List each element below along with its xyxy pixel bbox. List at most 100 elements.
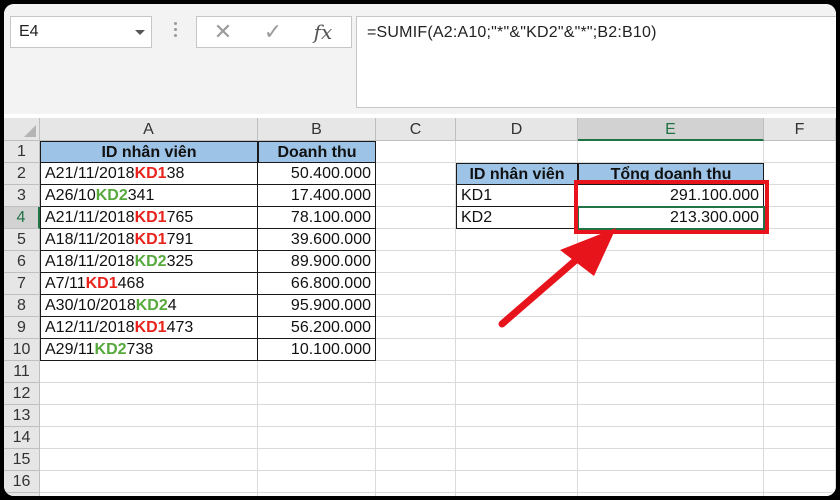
row-header-5[interactable]: 5 — [4, 229, 40, 251]
grid-cell[interactable] — [578, 251, 764, 273]
grid-cell[interactable] — [258, 493, 376, 496]
grid-cell[interactable] — [258, 449, 376, 471]
table-row-revenue-cell[interactable]: 39.600.000 — [258, 229, 376, 251]
table-row-revenue-cell[interactable]: 10.100.000 — [258, 339, 376, 361]
grid-cell[interactable] — [578, 141, 764, 163]
row-header-4[interactable]: 4 — [4, 207, 40, 229]
grid-cell[interactable] — [764, 273, 836, 295]
grid-cell[interactable] — [376, 185, 456, 207]
grid-cell[interactable] — [578, 317, 764, 339]
row-header-2[interactable]: 2 — [4, 163, 40, 185]
grid-cell[interactable] — [376, 361, 456, 383]
table2-header[interactable]: Tổng doanh thu — [578, 163, 764, 185]
grid-cell[interactable] — [578, 229, 764, 251]
grid-cell[interactable] — [456, 295, 578, 317]
grid-cell[interactable] — [456, 405, 578, 427]
grid-cell[interactable] — [578, 405, 764, 427]
grid-cell[interactable] — [764, 141, 836, 163]
row-header-7[interactable]: 7 — [4, 273, 40, 295]
table1-header[interactable]: Doanh thu — [258, 141, 376, 163]
table2-header[interactable]: ID nhân viên — [456, 163, 578, 185]
table-row-revenue-cell[interactable]: 89.900.000 — [258, 251, 376, 273]
formula-bar[interactable]: =SUMIF(A2:A10;"*"&"KD2"&"*";B2:B10) — [356, 16, 836, 108]
row-header-14[interactable]: 14 — [4, 427, 40, 449]
row-header-13[interactable]: 13 — [4, 405, 40, 427]
table-row-id-cell[interactable]: A21/11/2018KD1765 — [40, 207, 258, 229]
grid-cell[interactable] — [764, 207, 836, 229]
grid-cell[interactable] — [376, 493, 456, 496]
select-all-button[interactable] — [4, 118, 40, 141]
grid-cell[interactable] — [258, 405, 376, 427]
grid-cell[interactable] — [578, 339, 764, 361]
summary-total-cell[interactable]: 213.300.000 — [578, 207, 764, 229]
table-row-id-cell[interactable]: A18/11/2018KD1791 — [40, 229, 258, 251]
summary-id-cell[interactable]: KD2 — [456, 207, 578, 229]
table-row-id-cell[interactable]: A29/11KD2738 — [40, 339, 258, 361]
grid-cell[interactable] — [764, 405, 836, 427]
table-row-id-cell[interactable]: A30/10/2018KD24 — [40, 295, 258, 317]
grid-cell[interactable] — [376, 449, 456, 471]
grid-cell[interactable] — [764, 229, 836, 251]
table-row-revenue-cell[interactable]: 56.200.000 — [258, 317, 376, 339]
fx-icon[interactable]: fx — [303, 17, 343, 47]
table-row-id-cell[interactable]: A12/11/2018KD1473 — [40, 317, 258, 339]
grid-cell[interactable] — [376, 427, 456, 449]
grid-cell[interactable] — [376, 317, 456, 339]
column-header-f[interactable]: F — [764, 118, 836, 141]
grid-cell[interactable] — [578, 427, 764, 449]
grid-cell[interactable] — [578, 361, 764, 383]
grid-cell[interactable] — [578, 493, 764, 496]
grid-cell[interactable] — [764, 361, 836, 383]
grid-cell[interactable] — [376, 339, 456, 361]
table-row-id-cell[interactable]: A7/11KD1468 — [40, 273, 258, 295]
row-header-6[interactable]: 6 — [4, 251, 40, 273]
grid-cell[interactable] — [764, 471, 836, 493]
grid-cell[interactable] — [40, 427, 258, 449]
table-row-revenue-cell[interactable]: 95.900.000 — [258, 295, 376, 317]
grid-cell[interactable] — [578, 471, 764, 493]
grid-cell[interactable] — [376, 405, 456, 427]
grid-cell[interactable] — [764, 427, 836, 449]
table-row-id-cell[interactable]: A21/11/2018KD138 — [40, 163, 258, 185]
grid-cell[interactable] — [40, 405, 258, 427]
grid-cell[interactable] — [456, 229, 578, 251]
table-row-revenue-cell[interactable]: 66.800.000 — [258, 273, 376, 295]
grid-cell[interactable] — [456, 141, 578, 163]
grid-cell[interactable] — [764, 251, 836, 273]
grid-cell[interactable] — [258, 383, 376, 405]
summary-id-cell[interactable]: KD1 — [456, 185, 578, 207]
table1-header[interactable]: ID nhân viên — [40, 141, 258, 163]
table-row-revenue-cell[interactable]: 78.100.000 — [258, 207, 376, 229]
grid-cell[interactable] — [764, 383, 836, 405]
summary-total-cell[interactable]: 291.100.000 — [578, 185, 764, 207]
grid-cell[interactable] — [376, 295, 456, 317]
row-header-3[interactable]: 3 — [4, 185, 40, 207]
column-header-c[interactable]: C — [376, 118, 456, 141]
grid-cell[interactable] — [258, 471, 376, 493]
grid-cell[interactable] — [376, 273, 456, 295]
grid-cell[interactable] — [456, 449, 578, 471]
grid-cell[interactable] — [40, 493, 258, 496]
grid-cell[interactable] — [578, 383, 764, 405]
grid-cell[interactable] — [376, 251, 456, 273]
grid-cell[interactable] — [40, 471, 258, 493]
grid-cell[interactable] — [456, 493, 578, 496]
cancel-icon[interactable]: ✕ — [203, 17, 243, 47]
grid-cell[interactable] — [764, 295, 836, 317]
grid-cell[interactable] — [764, 339, 836, 361]
column-header-d[interactable]: D — [456, 118, 578, 141]
row-header-16[interactable]: 16 — [4, 471, 40, 493]
grid-cell[interactable] — [764, 449, 836, 471]
name-box[interactable]: E4 — [10, 16, 152, 48]
column-header-a[interactable]: A — [40, 118, 258, 141]
grid-cell[interactable] — [456, 251, 578, 273]
grid-cell[interactable] — [764, 317, 836, 339]
dropdown-arrow-icon[interactable] — [135, 30, 145, 35]
row-header-12[interactable]: 12 — [4, 383, 40, 405]
grid-cell[interactable] — [764, 493, 836, 496]
grid-cell[interactable] — [376, 141, 456, 163]
grid-cell[interactable] — [376, 229, 456, 251]
grid-cell[interactable] — [578, 295, 764, 317]
grip-icon[interactable] — [174, 22, 178, 42]
grid-cell[interactable] — [376, 163, 456, 185]
